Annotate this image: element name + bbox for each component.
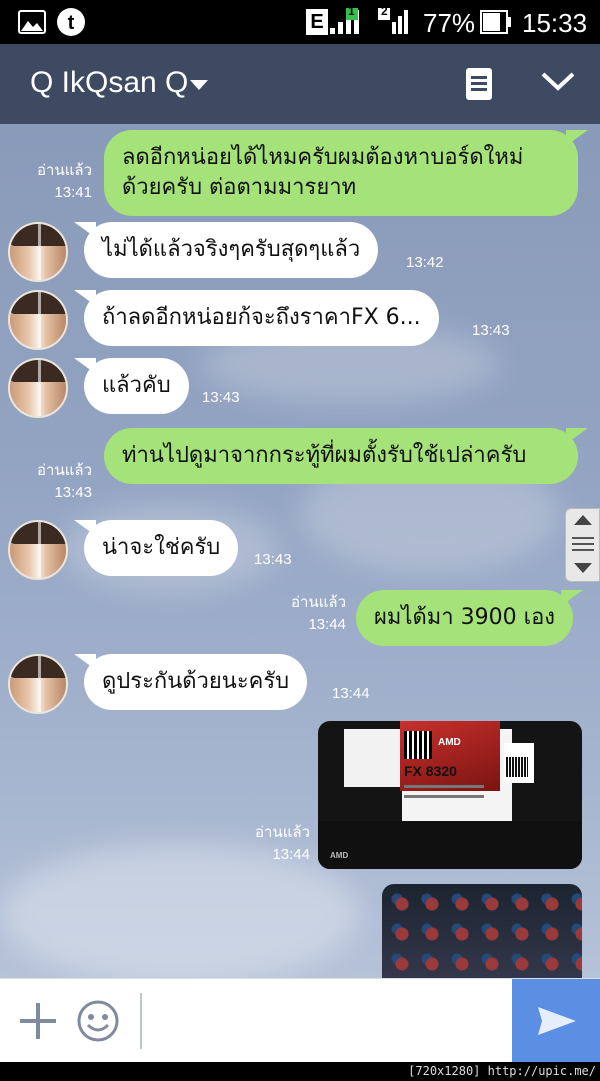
collapse-chevron-icon[interactable] bbox=[540, 66, 576, 96]
message-meta: อ่านแล้ว 13:43 bbox=[20, 460, 92, 504]
message-input[interactable] bbox=[140, 993, 500, 1049]
avatar[interactable] bbox=[8, 654, 68, 714]
avatar[interactable] bbox=[8, 358, 68, 418]
message-meta: อ่านแล้ว 13:44 bbox=[270, 592, 346, 636]
status-bar: t E 1 2 77% 15:33 bbox=[0, 0, 600, 44]
message-time: 13:43 bbox=[472, 322, 510, 339]
box-brand: AMD bbox=[438, 737, 461, 748]
message-time: 13:42 bbox=[406, 254, 444, 271]
read-receipt: อ่านแล้ว bbox=[37, 462, 92, 479]
message-bubble-outgoing[interactable]: ผมได้มา 3900 เอง bbox=[356, 590, 584, 646]
scroll-handle[interactable] bbox=[565, 508, 600, 582]
svg-text:t: t bbox=[68, 12, 75, 34]
qr-code bbox=[404, 731, 432, 759]
watermark: [720x1280] http://upic.me/ bbox=[0, 1062, 600, 1081]
scroll-up-icon bbox=[574, 515, 592, 525]
emoji-icon[interactable] bbox=[76, 999, 120, 1043]
avatar[interactable] bbox=[8, 290, 68, 350]
message-bubble-incoming[interactable]: น่าจะใช่ครับ bbox=[73, 520, 239, 576]
sim1-label: 1 bbox=[348, 4, 355, 18]
chevron-down-icon[interactable] bbox=[190, 80, 208, 90]
battery-percent: 77% bbox=[423, 8, 476, 38]
message-bubble-incoming[interactable]: ดูประกันด้วยนะครับ bbox=[73, 654, 308, 710]
message-time: 13:41 bbox=[54, 184, 92, 201]
chat-title[interactable]: Q IkQsan Q bbox=[30, 66, 188, 100]
memo-icon[interactable] bbox=[466, 68, 492, 100]
message-time: 13:43 bbox=[202, 389, 240, 406]
scroll-down-icon bbox=[574, 563, 592, 573]
avatar[interactable] bbox=[8, 520, 68, 580]
tumblr-icon: t bbox=[57, 8, 85, 36]
phone-screen: t E 1 2 77% 15:33 Q IkQsan Q อ่านแล้ว 13… bbox=[0, 0, 600, 1081]
read-receipt: อ่านแล้ว bbox=[291, 594, 346, 611]
message-time: 13:43 bbox=[54, 484, 92, 501]
chat-header: Q IkQsan Q bbox=[0, 44, 600, 124]
status-time: 15:33 bbox=[522, 8, 588, 38]
avatar[interactable] bbox=[8, 222, 68, 282]
message-bubble-incoming[interactable]: ไม่ได้แล้วจริงๆครับสุดๆแล้ว bbox=[73, 222, 379, 278]
message-time: 13:44 bbox=[332, 685, 370, 702]
photo-message[interactable] bbox=[382, 884, 582, 978]
message-time: 13:44 bbox=[272, 846, 310, 863]
read-receipt: อ่านแล้ว bbox=[255, 824, 310, 841]
plus-icon[interactable] bbox=[18, 1001, 58, 1041]
message-time: 13:44 bbox=[308, 616, 346, 633]
message-meta: อ่านแล้ว 13:41 bbox=[20, 160, 92, 204]
message-bubble-outgoing[interactable]: ท่านไปดูมาจากกระทู้ที่ผมตั้งรับใช้เปล่าค… bbox=[104, 428, 588, 484]
message-bubble-incoming[interactable]: ถ้าลดอีกหน่อยก้จะถึงราคาFX 6... bbox=[74, 290, 439, 346]
message-meta: อ่านแล้ว 13:44 bbox=[234, 822, 310, 866]
box-model: FX 8320 bbox=[404, 763, 457, 779]
network-type-badge: E bbox=[306, 9, 328, 35]
gallery-icon bbox=[18, 10, 46, 34]
message-input-bar bbox=[0, 978, 600, 1063]
sim2-label: 2 bbox=[381, 4, 388, 18]
chat-area[interactable]: อ่านแล้ว 13:41 ลดอีกหน่อยได้ไหมครับผมต้อ… bbox=[0, 124, 600, 978]
message-bubble-outgoing[interactable]: ลดอีกหน่อยได้ไหมครับผมต้องหาบอร์ดใหม่ด้ว… bbox=[104, 130, 588, 216]
photo-message-cpu-box[interactable]: AMD FX 8320 AMD bbox=[318, 721, 582, 869]
message-time: 13:43 bbox=[254, 551, 292, 568]
read-receipt: อ่านแล้ว bbox=[37, 162, 92, 179]
send-button[interactable] bbox=[512, 979, 600, 1063]
message-bubble-incoming[interactable]: แล้วคับ bbox=[74, 358, 189, 414]
send-icon bbox=[538, 1007, 576, 1035]
battery-icon bbox=[480, 10, 511, 34]
box-logo: AMD bbox=[330, 851, 349, 860]
